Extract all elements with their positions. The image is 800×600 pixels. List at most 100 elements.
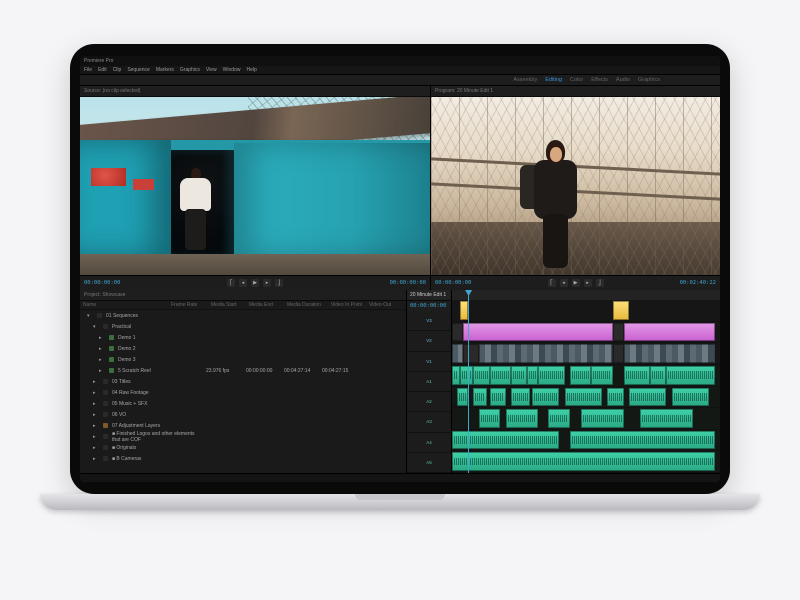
audio-clip[interactable]	[624, 366, 651, 385]
audio-clip[interactable]	[570, 431, 715, 450]
project-item[interactable]: ▸Demo 3	[80, 354, 406, 365]
project-item[interactable]: ▸■ B Cameras	[80, 453, 406, 464]
play-button[interactable]: ▶	[251, 279, 259, 287]
project-column-header[interactable]: Media End	[249, 302, 283, 308]
timeline-body[interactable]	[452, 290, 720, 473]
program-tab[interactable]: Program: 20 Minute Edit 1	[431, 86, 720, 97]
project-item[interactable]: ▸Demo 1	[80, 332, 406, 343]
track-header-a3[interactable]: A3	[407, 412, 451, 432]
audio-clip[interactable]	[581, 409, 624, 428]
project-item[interactable]: ▸03 Titles	[80, 376, 406, 387]
mark-out-button[interactable]: ⎦	[275, 279, 283, 287]
menu-clip[interactable]: Clip	[113, 67, 122, 73]
audio-clip[interactable]	[490, 366, 511, 385]
timeline-sequence-name[interactable]: 20 Minute Edit 1	[407, 290, 451, 301]
step-forward-button[interactable]: ▸	[263, 279, 271, 287]
video-clip[interactable]	[452, 323, 463, 342]
project-column-header[interactable]: Name	[83, 302, 167, 308]
audio-clip[interactable]	[591, 366, 612, 385]
disclosure-icon[interactable]: ▸	[99, 368, 105, 374]
audio-clip[interactable]	[460, 366, 473, 385]
disclosure-icon[interactable]: ▸	[99, 357, 105, 363]
menu-graphics[interactable]: Graphics	[180, 67, 200, 73]
disclosure-icon[interactable]: ▸	[93, 401, 99, 407]
disclosure-icon[interactable]: ▸	[93, 445, 99, 451]
disclosure-icon[interactable]: ▸	[99, 346, 105, 352]
audio-clip[interactable]	[457, 388, 468, 407]
track-a5[interactable]	[452, 451, 720, 473]
menu-edit[interactable]: Edit	[98, 67, 107, 73]
video-clip[interactable]	[613, 323, 624, 342]
audio-clip[interactable]	[629, 388, 667, 407]
disclosure-icon[interactable]: ▸	[93, 434, 99, 440]
track-a1[interactable]	[452, 365, 720, 387]
audio-clip[interactable]	[672, 388, 710, 407]
project-column-header[interactable]: Video Out	[369, 302, 403, 308]
workspace-tab-effects[interactable]: Effects	[591, 77, 608, 83]
audio-clip[interactable]	[511, 366, 527, 385]
source-tab[interactable]: Source: (no clip selected)	[80, 86, 430, 97]
project-item[interactable]: ▸5 Scratch Reel23.976 fps00:00:00:0000:0…	[80, 365, 406, 376]
workspace-tab-graphics[interactable]: Graphics	[638, 77, 660, 83]
audio-clip[interactable]	[607, 388, 623, 407]
mark-in-button[interactable]: ⎡	[227, 279, 235, 287]
disclosure-icon[interactable]: ▾	[87, 313, 93, 319]
track-header-v3[interactable]: V3	[407, 311, 451, 331]
menu-file[interactable]: File	[84, 67, 92, 73]
video-clip[interactable]	[479, 344, 613, 363]
project-column-header[interactable]: Frame Rate	[171, 302, 207, 308]
audio-clip[interactable]	[452, 452, 715, 471]
audio-clip[interactable]	[666, 366, 714, 385]
track-header-a1[interactable]: A1	[407, 372, 451, 392]
video-clip[interactable]	[463, 323, 613, 342]
project-item[interactable]: ▾Practical	[80, 321, 406, 332]
video-clip[interactable]	[460, 301, 468, 320]
audio-clip[interactable]	[473, 388, 486, 407]
track-header-a5[interactable]: A5	[407, 453, 451, 473]
step-back-button[interactable]: ◂	[560, 279, 568, 287]
project-item[interactable]: ▸04 Raw Footage	[80, 387, 406, 398]
playhead[interactable]	[468, 290, 469, 473]
track-header-a4[interactable]: A4	[407, 433, 451, 453]
step-back-button[interactable]: ◂	[239, 279, 247, 287]
project-tab[interactable]: Project: Showcase	[80, 290, 406, 301]
track-a4[interactable]	[452, 430, 720, 452]
menu-help[interactable]: Help	[246, 67, 256, 73]
program-monitor[interactable]	[431, 97, 720, 275]
video-clip[interactable]	[613, 344, 624, 363]
menu-markers[interactable]: Markers	[156, 67, 174, 73]
project-item[interactable]: ▸06 VO	[80, 409, 406, 420]
audio-clip[interactable]	[640, 409, 694, 428]
track-header-a2[interactable]: A2	[407, 392, 451, 412]
project-column-header[interactable]: Media Duration	[287, 302, 327, 308]
workspace-tab-assembly[interactable]: Assembly	[513, 77, 537, 83]
project-item[interactable]: ▸Demo 2	[80, 343, 406, 354]
track-a2[interactable]	[452, 387, 720, 409]
project-column-header[interactable]: Video In Point	[331, 302, 365, 308]
video-clip[interactable]	[463, 344, 479, 363]
disclosure-icon[interactable]: ▸	[93, 379, 99, 385]
video-clip[interactable]	[613, 301, 629, 320]
play-button[interactable]: ▶	[572, 279, 580, 287]
project-item[interactable]: ▸05 Music + SFX	[80, 398, 406, 409]
video-clip[interactable]	[452, 344, 463, 363]
audio-clip[interactable]	[570, 366, 591, 385]
project-item[interactable]: ▾01 Sequences	[80, 310, 406, 321]
source-monitor[interactable]	[80, 97, 430, 275]
audio-clip[interactable]	[479, 409, 500, 428]
video-clip[interactable]	[624, 323, 715, 342]
track-header-v2[interactable]: V2	[407, 331, 451, 351]
mark-out-button[interactable]: ⎦	[596, 279, 604, 287]
track-a3[interactable]	[452, 408, 720, 430]
menu-window[interactable]: Window	[223, 67, 241, 73]
project-item[interactable]: ▸■ Finished Logos and other elements tha…	[80, 431, 406, 442]
track-v1[interactable]	[452, 343, 720, 365]
project-item[interactable]: ▸■ Originals	[80, 442, 406, 453]
audio-clip[interactable]	[511, 388, 530, 407]
disclosure-icon[interactable]: ▸	[93, 423, 99, 429]
disclosure-icon[interactable]: ▸	[93, 390, 99, 396]
audio-clip[interactable]	[548, 409, 569, 428]
menu-view[interactable]: View	[206, 67, 217, 73]
track-header-v1[interactable]: V1	[407, 352, 451, 372]
mark-in-button[interactable]: ⎡	[548, 279, 556, 287]
